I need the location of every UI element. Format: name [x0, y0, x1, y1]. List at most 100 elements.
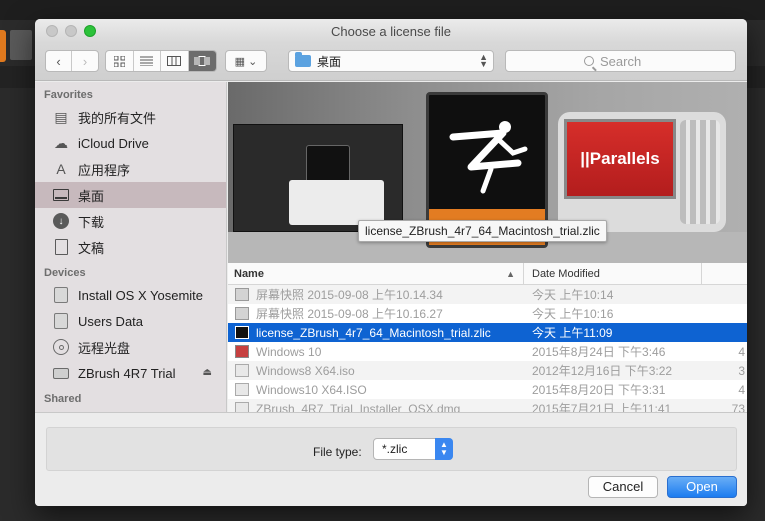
zbrush-logo-icon: [449, 121, 528, 194]
open-file-dialog: Choose a license file ‹ › ▦ ⌄ 桌面 ▲ ▼ Sea…: [35, 19, 747, 506]
chevron-left-icon: ‹: [56, 53, 61, 69]
sidebar-item-label: ZBrush 4R7 Trial: [78, 365, 176, 381]
arrange-menu-button[interactable]: ▦ ⌄: [225, 50, 267, 72]
file-extra: 73: [731, 401, 745, 413]
documents-icon: [54, 239, 68, 255]
background-app-tool: [10, 30, 32, 60]
screenshot-thumbnail[interactable]: [233, 124, 403, 232]
parallels-thumbnail[interactable]: ||Parallels: [558, 112, 726, 232]
open-button[interactable]: Open: [667, 476, 737, 498]
search-field[interactable]: Search: [505, 50, 736, 72]
sidebar-item-zbrush-trial[interactable]: ZBrush 4R7 Trial ⏏: [35, 360, 226, 386]
file-extra: 4: [738, 382, 745, 397]
sidebar-heading-devices: Devices: [44, 267, 86, 279]
downloads-icon: ↓: [53, 213, 69, 229]
parallels-label: ||Parallels: [564, 119, 676, 199]
file-name: Windows 10: [256, 344, 322, 359]
file-row[interactable]: ZBrush_4R7_Trial_Installer_OSX.dmg 2015年…: [228, 399, 747, 412]
cover-flow-view-button[interactable]: [188, 51, 216, 71]
file-list-rows: 屏幕快照 2015-09-08 上午10.14.34 今天 上午10:14 屏幕…: [228, 285, 747, 412]
sort-ascending-icon: ▲: [506, 269, 515, 279]
sidebar-item-desktop[interactable]: 桌面: [35, 182, 226, 208]
sidebar-item-users-data[interactable]: Users Data: [35, 308, 226, 334]
toolbar: ‹ › ▦ ⌄ 桌面 ▲ ▼ Search: [35, 43, 747, 81]
eject-icon[interactable]: ⏏: [203, 367, 212, 378]
file-date: 2015年8月24日 下午3:46: [532, 345, 666, 359]
back-button[interactable]: ‹: [46, 51, 73, 71]
file-name: license_ZBrush_4r7_64_Macintosh_trial.zl…: [256, 325, 491, 340]
sidebar-item-label: 桌面: [78, 188, 105, 204]
screenshot-icon: [235, 307, 249, 320]
updown-arrows-icon: ▲ ▼: [435, 438, 453, 460]
view-mode-buttons: [105, 50, 217, 72]
file-row[interactable]: Windows10 X64.ISO 2015年8月20日 下午3:31 4: [228, 380, 747, 399]
file-row[interactable]: 屏幕快照 2015-09-08 上午10.14.34 今天 上午10:14: [228, 285, 747, 304]
navigation-buttons: ‹ ›: [45, 50, 99, 72]
grid-icon: [113, 55, 125, 67]
file-row[interactable]: Windows8 X64.iso 2012年12月16日 下午3:22 3: [228, 361, 747, 380]
vm-icon: [235, 345, 249, 358]
updown-arrows-icon: ▲ ▼: [479, 52, 488, 69]
file-list-header: Name ▲ Date Modified: [228, 263, 747, 285]
file-date: 2015年8月20日 下午3:31: [532, 383, 666, 397]
sidebar-item-downloads[interactable]: ↓ 下载: [35, 208, 226, 234]
iso-icon: [235, 383, 249, 396]
sidebar-item-documents[interactable]: 文稿: [35, 234, 226, 260]
location-popup[interactable]: 桌面 ▲ ▼: [288, 50, 494, 72]
disc-icon: [53, 339, 69, 355]
file-row[interactable]: Windows 10 2015年8月24日 下午3:46 4: [228, 342, 747, 361]
parallels-stack: [680, 120, 720, 224]
sidebar-item-all-files[interactable]: ▤ 我的所有文件: [35, 104, 226, 130]
disk-image-icon: [53, 367, 69, 379]
sidebar-item-remote-disc[interactable]: 远程光盘: [35, 334, 226, 360]
file-row[interactable]: 屏幕快照 2015-09-08 上午10.16.27 今天 上午10:16: [228, 304, 747, 323]
columns-icon: [167, 56, 182, 66]
cover-flow-icon: [194, 56, 210, 66]
sidebar-item-icloud-drive[interactable]: ☁ iCloud Drive: [35, 130, 226, 156]
screenshot-icon: [235, 288, 249, 301]
background-menubar: [0, 0, 765, 20]
date-column-header[interactable]: Date Modified: [524, 263, 702, 284]
file-date: 今天 上午10:16: [532, 307, 614, 321]
icon-view-button[interactable]: [106, 51, 134, 71]
sidebar-item-label: 我的所有文件: [78, 110, 157, 126]
forward-button[interactable]: ›: [72, 51, 98, 71]
file-type-select[interactable]: *.zlic ▲ ▼: [373, 438, 453, 460]
folder-icon: [295, 52, 311, 67]
iso-icon: [235, 364, 249, 377]
sidebar-heading-shared: Shared: [44, 393, 82, 405]
sidebar-item-applications[interactable]: A 应用程序: [35, 156, 226, 182]
sidebar-heading-favorites: Favorites: [44, 89, 93, 101]
file-type-label: File type:: [313, 445, 362, 459]
thumbnail-window: [289, 180, 384, 225]
file-date: 今天 上午10:14: [532, 288, 614, 302]
date-column-label: Date Modified: [532, 268, 600, 280]
file-name: Windows8 X64.iso: [256, 363, 355, 378]
column-view-button[interactable]: [161, 51, 189, 71]
chevron-right-icon: ›: [82, 53, 88, 69]
file-name: 屏幕快照 2015-09-08 上午10.14.34: [256, 288, 443, 302]
file-type-value: *.zlic: [382, 442, 408, 456]
sidebar-item-label: 远程光盘: [78, 340, 131, 356]
filename-tooltip: license_ZBrush_4r7_64_Macintosh_trial.zl…: [358, 220, 607, 242]
sidebar-item-install-os-x[interactable]: Install OS X Yosemite: [35, 282, 226, 308]
file-extra: 3: [738, 363, 745, 378]
list-view-button[interactable]: [134, 51, 161, 71]
dmg-icon: [235, 402, 249, 412]
sidebar: Favorites ▤ 我的所有文件 ☁ iCloud Drive A 应用程序…: [35, 82, 227, 412]
name-column-header[interactable]: Name ▲: [228, 263, 524, 284]
file-date: 2015年7月21日 上午11:41: [532, 402, 672, 412]
drive-icon: [54, 287, 68, 303]
file-name: 屏幕快照 2015-09-08 上午10.16.27: [256, 307, 443, 321]
zbrush-thumbnail-icon: [306, 145, 350, 185]
title-bar: Choose a license file: [35, 19, 747, 43]
zbrush-license-icon: [235, 326, 249, 339]
file-row-selected[interactable]: license_ZBrush_4r7_64_Macintosh_trial.zl…: [228, 323, 747, 342]
cover-flow-preview[interactable]: ZBRUSH ||Parallels license_ZBrush_4r7_64…: [228, 82, 747, 263]
file-date: 今天 上午11:09: [532, 326, 613, 340]
cancel-button[interactable]: Cancel: [588, 476, 658, 498]
applications-icon: A: [56, 161, 66, 177]
sidebar-item-label: Users Data: [78, 313, 144, 329]
search-icon: [584, 56, 594, 66]
arrange-icon: ▦ ⌄: [234, 55, 258, 68]
